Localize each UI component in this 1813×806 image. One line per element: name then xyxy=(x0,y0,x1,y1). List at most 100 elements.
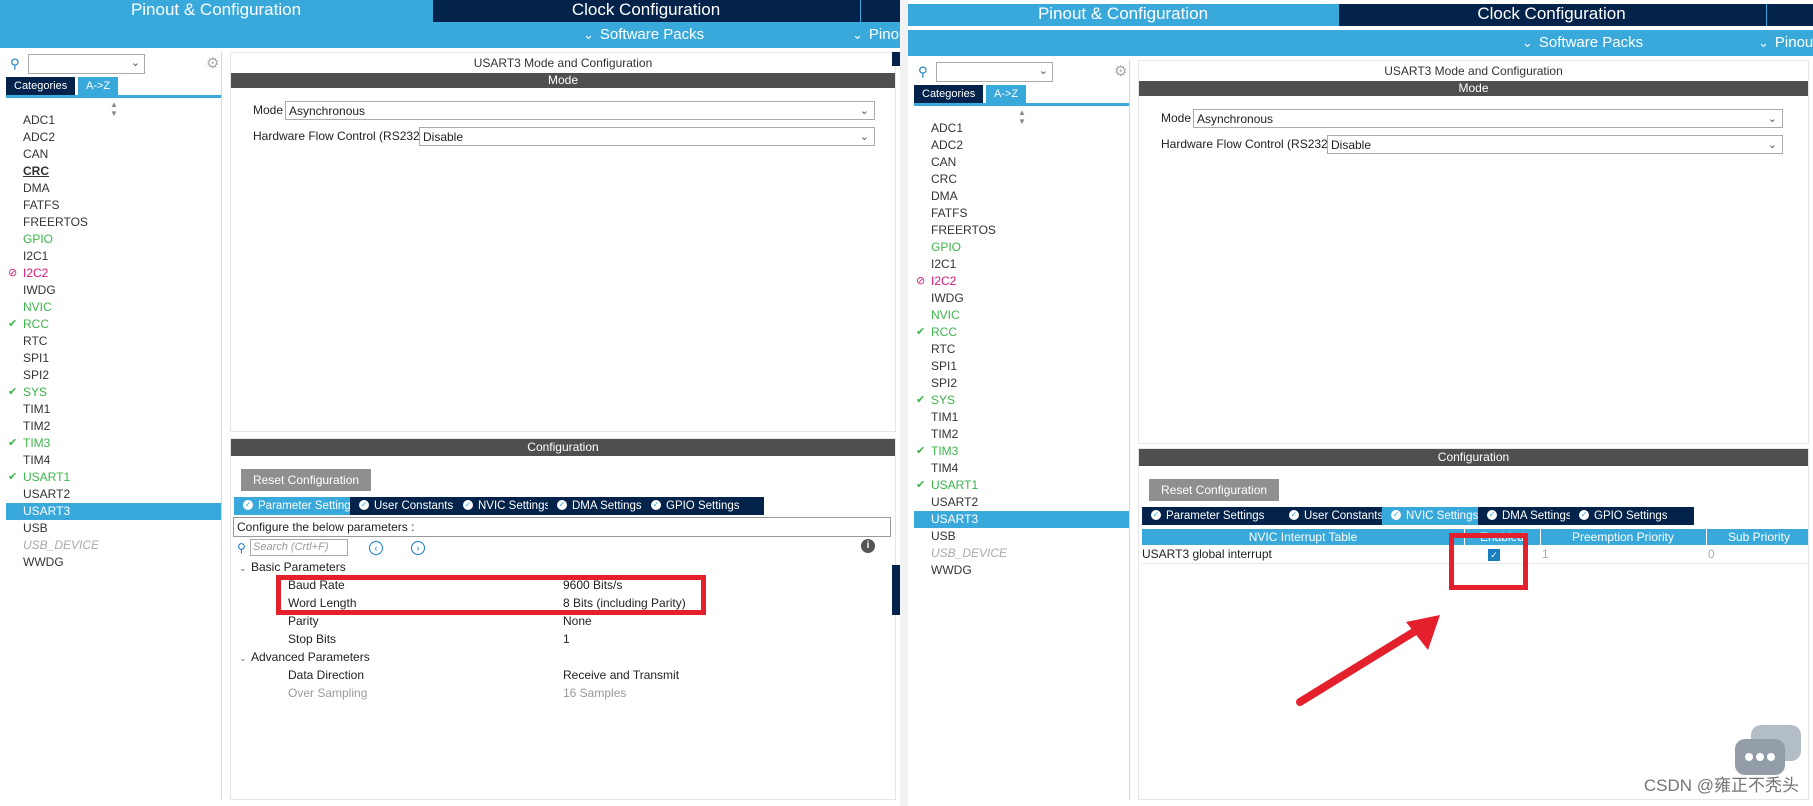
tab-parameter-settings[interactable]: ✓ Parameter Settings xyxy=(1142,507,1302,525)
sidebar-item-iwdg[interactable]: IWDG xyxy=(914,290,1129,307)
sidebar-item-spi1[interactable]: SPI1 xyxy=(914,358,1129,375)
sidebar-item-usb[interactable]: USB xyxy=(6,520,221,537)
sidebar-item-i2c2[interactable]: ⊘ I2C2 xyxy=(6,265,221,282)
search-combobox[interactable]: ⌄ xyxy=(936,62,1053,82)
sidebar-item-gpio[interactable]: GPIO xyxy=(914,239,1129,256)
sidebar-item-fatfs[interactable]: FATFS xyxy=(6,197,221,214)
reset-configuration-button[interactable]: Reset Configuration xyxy=(1149,479,1280,501)
sidebar-item-wwdg[interactable]: WWDG xyxy=(6,554,221,571)
sidebar-item-wwdg[interactable]: WWDG xyxy=(914,562,1129,579)
advanced-parameters-group[interactable]: ⌄ Advanced Parameters xyxy=(239,650,370,664)
sidebar-item-rcc[interactable]: ✔ RCC xyxy=(914,324,1129,341)
tab-categories[interactable]: Categories xyxy=(914,85,984,103)
sidebar-item-label: CRC xyxy=(931,172,957,186)
sidebar-item-tim3[interactable]: ✔ TIM3 xyxy=(6,435,221,452)
sidebar-item-tim3[interactable]: ✔ TIM3 xyxy=(914,443,1129,460)
sidebar-item-freertos[interactable]: FREERTOS xyxy=(6,214,221,231)
sidebar-item-tim1[interactable]: TIM1 xyxy=(914,409,1129,426)
sidebar-item-can[interactable]: CAN xyxy=(6,146,221,163)
param-row-parity[interactable]: Parity None xyxy=(288,614,893,631)
tab-gpio-settings[interactable]: ✓ GPIO Settings xyxy=(1570,507,1694,525)
gear-icon[interactable]: ⚙ xyxy=(206,54,219,72)
sidebar-item-rtc[interactable]: RTC xyxy=(6,333,221,350)
sidebar-item-spi2[interactable]: SPI2 xyxy=(6,367,221,384)
param-row-data-direction[interactable]: Data Direction Receive and Transmit xyxy=(288,668,893,685)
flow-control-select[interactable]: Disable ⌄ xyxy=(419,127,875,146)
sidebar-item-nvic[interactable]: NVIC xyxy=(914,307,1129,324)
sidebar-item-tim2[interactable]: TIM2 xyxy=(914,426,1129,443)
sidebar-item-adc1[interactable]: ADC1 xyxy=(6,112,221,129)
sidebar-item-usb-device[interactable]: USB_DEVICE xyxy=(914,545,1129,562)
sidebar-item-usart1[interactable]: ✔ USART1 xyxy=(914,477,1129,494)
config-tabs: ✓ Parameter Settings ✓ User Constants ✓ NVI… xyxy=(1142,507,1808,525)
info-icon[interactable]: i xyxy=(861,539,875,553)
sidebar-item-gpio[interactable]: GPIO xyxy=(6,231,221,248)
sidebar-item-label: TIM3 xyxy=(931,444,959,458)
top-tab-bar: Pinout & Configuration Clock Configurati… xyxy=(0,0,900,22)
sidebar-item-adc2[interactable]: ADC2 xyxy=(6,129,221,146)
pinout-menu[interactable]: ⌄ Pinou xyxy=(1758,34,1813,51)
preemption-value[interactable]: 1 xyxy=(1542,545,1549,563)
mode-select[interactable]: Asynchronous ⌄ xyxy=(1193,109,1783,128)
sidebar-item-spi2[interactable]: SPI2 xyxy=(914,375,1129,392)
sidebar-item-dma[interactable]: DMA xyxy=(6,180,221,197)
tab-pinout-configuration[interactable]: Pinout & Configuration xyxy=(0,0,432,22)
tab-pinout-view[interactable] xyxy=(860,0,900,22)
sidebar-item-rcc[interactable]: ✔ RCC xyxy=(6,316,221,333)
gear-icon[interactable]: ⚙ xyxy=(1114,62,1127,80)
sidebar-item-i2c1[interactable]: I2C1 xyxy=(914,256,1129,273)
sub-priority-value[interactable]: 0 xyxy=(1708,545,1715,563)
sidebar-item-tim4[interactable]: TIM4 xyxy=(914,460,1129,477)
sidebar-item-usart2[interactable]: USART2 xyxy=(914,494,1129,511)
check-circle-icon: ✓ xyxy=(651,500,661,510)
reset-configuration-button[interactable]: Reset Configuration xyxy=(241,469,372,491)
tab-a-z[interactable]: A->Z xyxy=(78,77,119,95)
sidebar-item-usart2[interactable]: USART2 xyxy=(6,486,221,503)
sidebar-item-usb-device[interactable]: USB_DEVICE xyxy=(6,537,221,554)
parameter-search-input[interactable]: Search (Crtl+F) xyxy=(250,539,348,556)
sidebar-item-dma[interactable]: DMA xyxy=(914,188,1129,205)
sidebar-item-i2c1[interactable]: I2C1 xyxy=(6,248,221,265)
sidebar-item-usb[interactable]: USB xyxy=(914,528,1129,545)
tab-gpio-settings[interactable]: ✓ GPIO Settings xyxy=(642,497,764,515)
tab-categories[interactable]: Categories xyxy=(6,77,76,95)
search-prev-icon[interactable]: ‹ xyxy=(369,541,383,555)
chevron-down-icon: ⌄ xyxy=(583,27,594,42)
sidebar-item-spi1[interactable]: SPI1 xyxy=(6,350,221,367)
basic-parameters-group[interactable]: ⌄ Basic Parameters xyxy=(239,560,346,574)
param-row-over-sampling[interactable]: Over Sampling 16 Samples xyxy=(288,686,893,703)
sidebar-item-can[interactable]: CAN xyxy=(914,154,1129,171)
tab-pinout-view[interactable] xyxy=(1766,4,1813,26)
tab-pinout-configuration[interactable]: Pinout & Configuration xyxy=(908,4,1338,26)
sidebar-item-crc[interactable]: CRC xyxy=(6,163,221,180)
sidebar-item-freertos[interactable]: FREERTOS xyxy=(914,222,1129,239)
sidebar-item-tim4[interactable]: TIM4 xyxy=(6,452,221,469)
sidebar-item-rtc[interactable]: RTC xyxy=(914,341,1129,358)
mode-select[interactable]: Asynchronous ⌄ xyxy=(285,101,875,120)
sidebar-item-usart3[interactable]: USART3 xyxy=(914,511,1129,528)
tab-a-z[interactable]: A->Z xyxy=(986,85,1027,103)
sidebar-item-tim1[interactable]: TIM1 xyxy=(6,401,221,418)
param-row-stop-bits[interactable]: Stop Bits 1 xyxy=(288,632,893,649)
chevron-down-icon: ⌄ xyxy=(239,653,247,663)
sidebar-item-usart3[interactable]: USART3 xyxy=(6,503,221,520)
sidebar-item-adc1[interactable]: ADC1 xyxy=(914,120,1129,137)
sidebar-item-adc2[interactable]: ADC2 xyxy=(914,137,1129,154)
pinout-menu[interactable]: ⌄ Pinou xyxy=(852,26,900,43)
tab-clock-configuration[interactable]: Clock Configuration xyxy=(1338,4,1764,26)
sidebar-item-usart1[interactable]: ✔ USART1 xyxy=(6,469,221,486)
sidebar-item-nvic[interactable]: NVIC xyxy=(6,299,221,316)
sidebar-item-fatfs[interactable]: FATFS xyxy=(914,205,1129,222)
sidebar-item-sys[interactable]: ✔ SYS xyxy=(914,392,1129,409)
sidebar-item-i2c2[interactable]: ⊘ I2C2 xyxy=(914,273,1129,290)
sidebar-item-tim2[interactable]: TIM2 xyxy=(6,418,221,435)
tab-clock-configuration[interactable]: Clock Configuration xyxy=(432,0,859,22)
sidebar-item-iwdg[interactable]: IWDG xyxy=(6,282,221,299)
software-packs-menu[interactable]: ⌄ Software Packs xyxy=(583,26,704,43)
search-next-icon[interactable]: › xyxy=(411,541,425,555)
sidebar-item-sys[interactable]: ✔ SYS xyxy=(6,384,221,401)
flow-control-select[interactable]: Disable ⌄ xyxy=(1327,135,1783,154)
search-combobox[interactable]: ⌄ xyxy=(28,54,145,74)
sidebar-item-crc[interactable]: CRC xyxy=(914,171,1129,188)
software-packs-menu[interactable]: ⌄ Software Packs xyxy=(1522,34,1643,51)
